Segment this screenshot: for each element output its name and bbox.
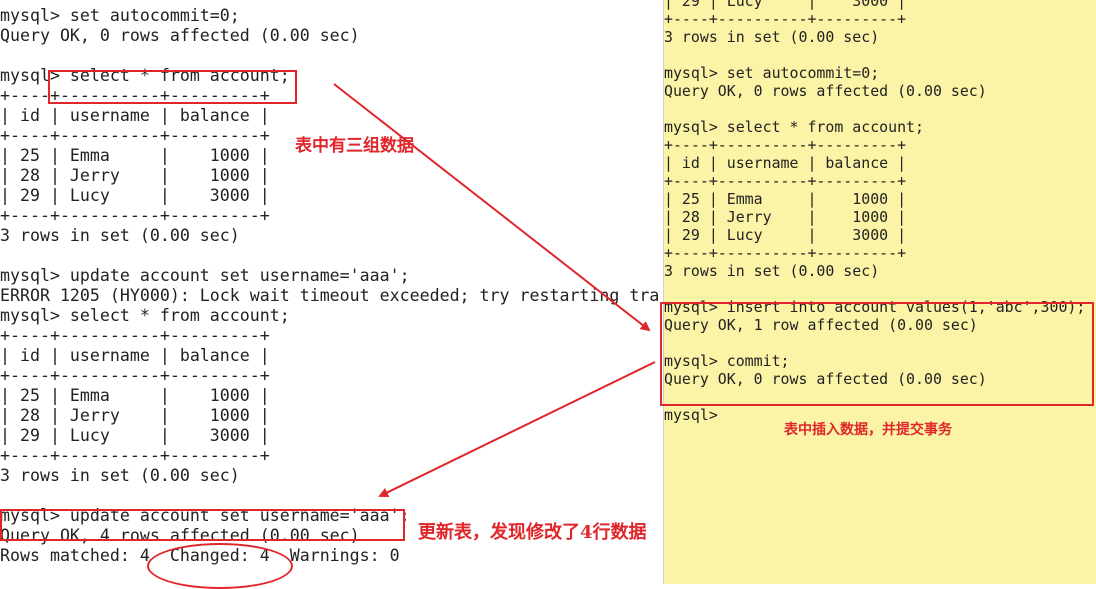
note-insert-commit: 表中插入数据，并提交事务 (784, 422, 952, 438)
note-update-four-rows: 更新表，发现修改了4行数据 (418, 522, 647, 543)
arrow-to-update-query (378, 361, 656, 497)
annotation-arrows (333, 83, 656, 497)
note-three-rows: 表中有三组数据 (295, 136, 414, 156)
arrow-to-insert-box (333, 83, 651, 332)
